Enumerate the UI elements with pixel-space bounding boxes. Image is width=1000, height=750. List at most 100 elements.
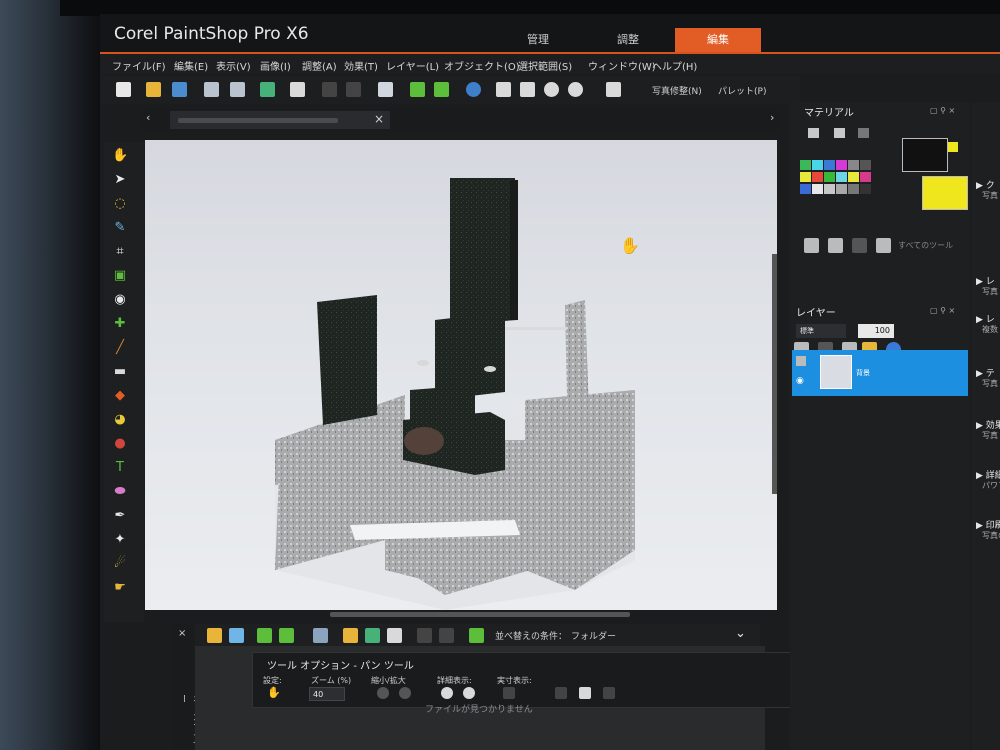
detail-plus-icon[interactable] xyxy=(463,687,475,699)
redo-icon[interactable] xyxy=(346,82,361,97)
zoom-in-icon[interactable] xyxy=(568,82,583,97)
shape-tool-icon[interactable]: ⬬ xyxy=(112,484,128,500)
color-swatch[interactable] xyxy=(800,172,811,182)
dropper-icon[interactable]: ✎ xyxy=(112,220,128,236)
scroll-thumb[interactable] xyxy=(330,612,630,617)
people-icon[interactable] xyxy=(313,628,328,643)
share-icon[interactable] xyxy=(365,628,380,643)
layer-group-icon[interactable] xyxy=(796,356,806,366)
color-swatch[interactable] xyxy=(812,184,823,194)
save-as-icon[interactable] xyxy=(230,82,245,97)
zoom-out-icon[interactable] xyxy=(377,687,389,699)
menu-adjust[interactable]: 調整(A) xyxy=(302,58,337,73)
color-swatch[interactable] xyxy=(860,160,871,170)
paint-bucket-icon[interactable]: ◕ xyxy=(112,412,128,428)
text-tool-icon[interactable]: T xyxy=(112,460,128,476)
color-swatch[interactable] xyxy=(836,172,847,182)
warp-brush-icon[interactable]: ✦ xyxy=(112,532,128,548)
zoom-out-icon[interactable] xyxy=(544,82,559,97)
palette-menu[interactable]: パレット(P) xyxy=(718,84,766,97)
straighten-icon[interactable]: ▣ xyxy=(112,268,128,284)
foreground-color[interactable] xyxy=(902,138,948,172)
scan-icon[interactable] xyxy=(172,82,187,97)
fit-image-icon[interactable] xyxy=(555,687,567,699)
color-swatch[interactable] xyxy=(800,184,811,194)
info-icon[interactable] xyxy=(466,82,481,97)
zoom-input[interactable]: 40 xyxy=(309,687,345,701)
menu-file[interactable]: ファイル(F) xyxy=(112,58,166,73)
panel-options-icon[interactable]: ▢ ⚲ × xyxy=(930,306,955,315)
menu-effects[interactable]: 効果(T) xyxy=(344,58,378,73)
zoom-in-icon[interactable] xyxy=(399,687,411,699)
actual-size-icon[interactable] xyxy=(503,687,515,699)
menu-edit[interactable]: 編集(E) xyxy=(174,58,208,73)
sort-icon[interactable] xyxy=(469,628,484,643)
panel-options-icon[interactable]: ▢ ⚲ × xyxy=(930,106,955,115)
navigation-icon[interactable] xyxy=(207,628,222,643)
color-swatch[interactable] xyxy=(824,160,835,170)
fit-screen-icon[interactable] xyxy=(603,687,615,699)
document-tab[interactable]: × xyxy=(170,111,390,129)
color-swatch[interactable] xyxy=(824,184,835,194)
swap-color-icon[interactable] xyxy=(948,142,958,152)
opacity-input[interactable]: 100 xyxy=(858,324,894,338)
canvas-horizontal-scrollbar[interactable] xyxy=(170,610,777,620)
scroll-left-icon[interactable]: ‹ xyxy=(146,111,150,124)
print-icon[interactable] xyxy=(290,82,305,97)
detail-minus-icon[interactable] xyxy=(441,687,453,699)
color-swatch[interactable] xyxy=(836,160,847,170)
color-swatch[interactable] xyxy=(836,184,847,194)
open-folder-icon[interactable] xyxy=(146,82,161,97)
menu-objects[interactable]: オブジェクト(O) xyxy=(444,58,520,73)
color-swatch[interactable] xyxy=(848,160,859,170)
color-swatch[interactable] xyxy=(812,160,823,170)
pen-tool-icon[interactable]: ✒ xyxy=(112,508,128,524)
organizer-side-tab[interactable]: × オーガナイザー xyxy=(173,624,201,750)
crop-icon[interactable]: ⌗ xyxy=(112,244,128,260)
sort-select[interactable]: フォルダー xyxy=(571,629,616,642)
copy-material-icon[interactable] xyxy=(828,238,843,253)
image-canvas[interactable]: ✋ xyxy=(145,140,777,610)
fit-window-icon[interactable] xyxy=(579,687,591,699)
selection-tool-icon[interactable]: ◌ xyxy=(112,196,128,212)
rotate-right-icon[interactable] xyxy=(439,628,454,643)
layer-row[interactable]: ◉ 背景 xyxy=(792,350,968,396)
chevron-down-icon[interactable]: ⌄ xyxy=(735,626,746,641)
lighten-brush-icon[interactable]: ☄ xyxy=(112,556,128,572)
new-file-icon[interactable] xyxy=(116,82,131,97)
tab-manage[interactable]: 管理 xyxy=(495,28,581,52)
menu-view[interactable]: 表示(V) xyxy=(216,58,251,73)
pick-tool-icon[interactable]: ➤ xyxy=(112,172,128,188)
color-swatch[interactable] xyxy=(848,184,859,194)
pattern-swatch[interactable] xyxy=(858,128,869,138)
rotate-right-icon[interactable] xyxy=(434,82,449,97)
color-swatch[interactable] xyxy=(812,172,823,182)
tab-edit[interactable]: 編集 xyxy=(675,28,761,52)
background-color[interactable] xyxy=(922,176,968,210)
menu-help[interactable]: ヘルプ(H) xyxy=(652,58,697,73)
color-swatch[interactable] xyxy=(860,184,871,194)
menu-window[interactable]: ウィンドウ(W) xyxy=(588,58,656,73)
menu-selections[interactable]: 選択範囲(S) xyxy=(518,58,572,73)
brush-icon[interactable]: ● xyxy=(112,436,128,452)
document-icon[interactable] xyxy=(606,82,621,97)
actual-size-icon[interactable] xyxy=(496,82,511,97)
frame-swatch[interactable] xyxy=(808,128,819,138)
undo-icon[interactable] xyxy=(322,82,337,97)
visibility-eye-icon[interactable]: ◉ xyxy=(796,376,804,386)
rotate-left-icon[interactable] xyxy=(417,628,432,643)
rotate-left-icon[interactable] xyxy=(410,82,425,97)
folder-icon[interactable] xyxy=(343,628,358,643)
menu-image[interactable]: 画像(I) xyxy=(260,58,291,73)
color-swatch[interactable] xyxy=(824,172,835,182)
tab-adjust[interactable]: 調整 xyxy=(585,28,671,52)
pan-tool-icon[interactable]: ✋ xyxy=(112,148,128,164)
resize-icon[interactable] xyxy=(378,82,393,97)
delete-material-icon[interactable] xyxy=(852,238,867,253)
material-properties-icon[interactable] xyxy=(876,238,891,253)
close-icon[interactable]: × xyxy=(374,112,384,126)
save-icon[interactable] xyxy=(204,82,219,97)
thumbnail-view-icon[interactable] xyxy=(229,628,244,643)
smudge-icon[interactable]: ☛ xyxy=(112,580,128,596)
color-swatch[interactable] xyxy=(800,160,811,170)
